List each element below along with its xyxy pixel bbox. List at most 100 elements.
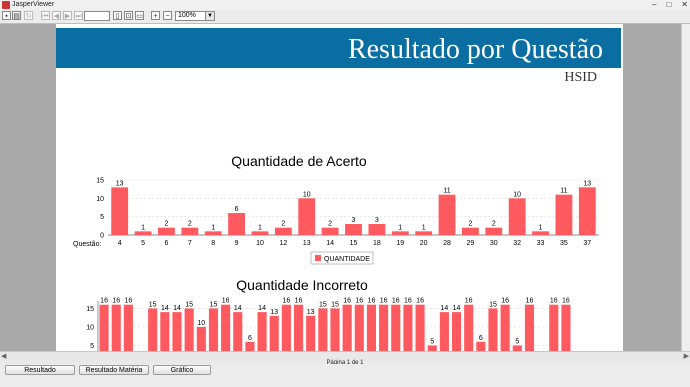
next-page-icon[interactable]: ▶	[63, 11, 72, 20]
y-tick-label: 0	[100, 233, 104, 240]
x-tick-label: 18	[373, 240, 381, 247]
bar-value-label: 6	[235, 206, 239, 213]
previous-page-icon[interactable]: ◀	[52, 11, 61, 20]
bar-value-label: 16	[562, 298, 570, 305]
x-tick-label: 7	[188, 240, 192, 247]
bar	[461, 227, 479, 235]
bar	[476, 341, 486, 351]
bar	[464, 304, 474, 351]
bar	[196, 326, 206, 351]
bar-value-label: 16	[355, 298, 363, 305]
bar-value-label: 14	[258, 305, 266, 312]
bar	[245, 341, 255, 351]
bar	[561, 304, 571, 351]
x-tick-label: 4	[118, 240, 122, 247]
window-controls: – □ ✕	[652, 0, 688, 10]
window-title: JasperViewer	[12, 1, 55, 8]
bar	[298, 198, 316, 235]
minimize-button[interactable]: –	[652, 0, 656, 10]
reload-icon[interactable]: ↻	[24, 11, 33, 20]
y-tick-label: 5	[90, 343, 94, 350]
last-page-icon[interactable]: ⏭	[74, 11, 83, 20]
bar-value-label: 16	[343, 298, 351, 305]
bar-value-label: 3	[352, 217, 356, 224]
x-tick-label: 13	[303, 240, 311, 247]
bar	[172, 312, 182, 351]
bar	[293, 304, 304, 351]
save-icon[interactable]: ▪	[2, 11, 11, 20]
vertical-scrollbar[interactable]	[681, 24, 690, 351]
actual-size-icon[interactable]: ▯	[113, 11, 122, 20]
chart-title: Quantidade de Acerto	[231, 153, 367, 169]
bar-value-label: 15	[331, 301, 339, 308]
bar-value-label: 13	[116, 180, 124, 187]
zoom-select[interactable]: 100% ▼	[175, 11, 215, 21]
bar	[366, 304, 377, 351]
x-tick-label: 8	[211, 240, 215, 247]
bar-value-label: 10	[513, 191, 521, 198]
maximize-button[interactable]: □	[666, 0, 671, 10]
bar-value-label: 16	[550, 298, 558, 305]
scroll-left-icon[interactable]: ◀	[1, 352, 6, 360]
scroll-right-icon[interactable]: ▶	[684, 352, 689, 360]
bar-value-label: 5	[430, 338, 434, 345]
bar	[111, 187, 129, 235]
zoom-out-icon[interactable]: −	[163, 11, 172, 20]
bar-value-label: 16	[222, 298, 230, 305]
x-tick-label: 20	[420, 240, 428, 247]
bar	[555, 194, 573, 235]
bar	[524, 304, 535, 351]
bar	[321, 227, 339, 235]
bar-value-label: 15	[149, 301, 157, 308]
bar-value-label: 16	[368, 298, 376, 305]
zoom-value: 100%	[178, 12, 196, 19]
bar-value-label: 16	[295, 298, 303, 305]
bar	[488, 308, 498, 351]
bar	[439, 312, 449, 351]
bar	[508, 198, 526, 235]
print-icon[interactable]: ▤	[12, 11, 21, 20]
page-number-input[interactable]	[84, 11, 110, 21]
bar	[500, 304, 510, 351]
resultado-button[interactable]: Resultado	[5, 365, 75, 375]
bar	[391, 231, 409, 235]
x-tick-label: 10	[256, 240, 264, 247]
bar-value-label: 16	[124, 298, 132, 305]
x-tick-label: 15	[350, 240, 358, 247]
bar-value-label: 13	[583, 180, 591, 187]
chart-title: Quantidade Incorreto	[236, 277, 368, 293]
y-tick-label: 5	[100, 214, 104, 221]
fit-page-icon[interactable]: ⊡	[124, 11, 133, 20]
fit-width-icon[interactable]: ▭	[135, 11, 144, 20]
bar	[403, 304, 413, 351]
chevron-down-icon[interactable]: ▼	[205, 12, 214, 20]
bar-value-label: 2	[492, 221, 496, 228]
x-tick-label: 32	[513, 240, 521, 247]
y-tick-label: 10	[96, 196, 104, 203]
bar	[233, 312, 243, 351]
bar	[549, 304, 559, 351]
bar-value-label: 16	[112, 298, 120, 305]
x-tick-label: 5	[141, 240, 145, 247]
button-bar: Resultado Resultado Matéria Gráfico	[0, 364, 690, 387]
bar-value-label: 16	[465, 298, 473, 305]
zoom-in-icon[interactable]: +	[151, 11, 160, 20]
bar	[221, 304, 231, 351]
bar-value-label: 1	[258, 224, 262, 231]
bar-value-label: 15	[319, 301, 327, 308]
bar-value-label: 6	[479, 335, 483, 342]
bar-value-label: 14	[173, 305, 181, 312]
bar	[134, 231, 152, 235]
close-button[interactable]: ✕	[681, 0, 688, 10]
bar	[368, 224, 386, 235]
x-tick-label: 35	[560, 240, 568, 247]
first-page-icon[interactable]: ⏮	[41, 11, 50, 20]
resultado-materia-button[interactable]: Resultado Matéria	[79, 365, 149, 375]
grafico-button[interactable]: Gráfico	[153, 365, 211, 375]
bar	[330, 308, 340, 351]
bar	[379, 304, 389, 351]
bar-value-label: 11	[560, 188, 567, 195]
bar	[251, 231, 269, 235]
report-viewport[interactable]: Resultado por Questão HSID Quantidade de…	[0, 24, 690, 351]
bar-value-label: 16	[392, 298, 400, 305]
